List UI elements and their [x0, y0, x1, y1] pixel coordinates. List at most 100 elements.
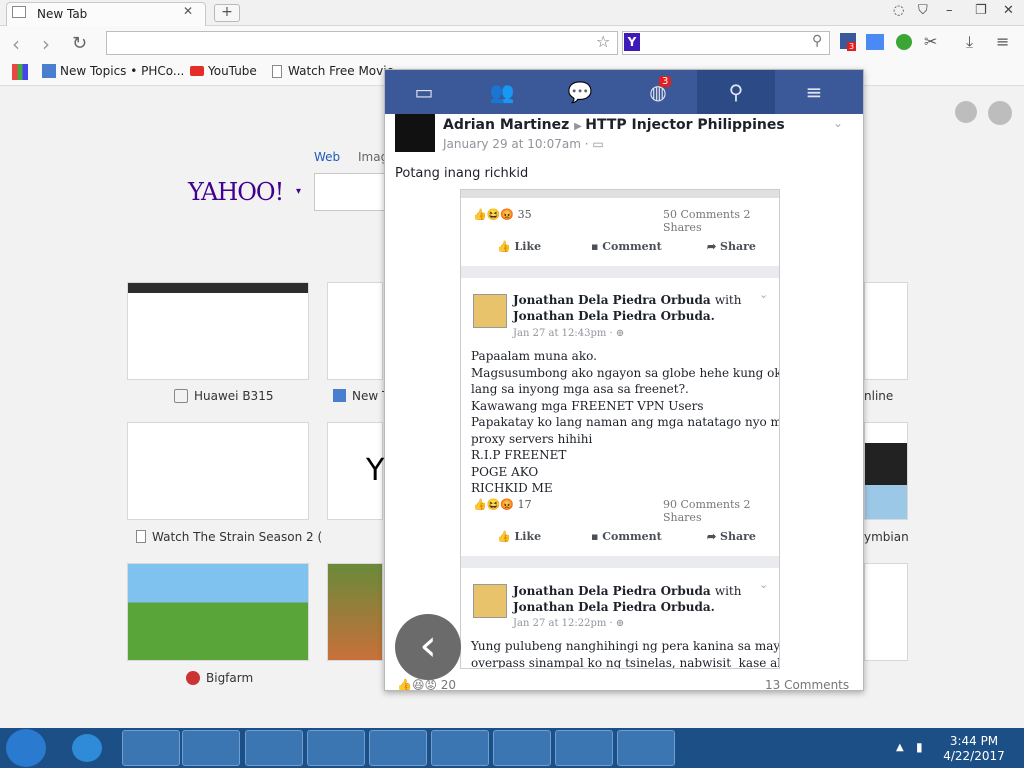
yahoo-icon[interactable]: Y — [624, 33, 640, 51]
explorer-icon[interactable] — [122, 730, 180, 766]
comment-count[interactable]: 13 Comments — [765, 678, 849, 690]
chevron-down-icon[interactable]: ▾ — [296, 186, 301, 197]
translate-icon[interactable] — [866, 34, 884, 50]
tile-yahoo[interactable]: Y — [327, 422, 384, 520]
menu-icon[interactable]: ≡ — [775, 70, 853, 114]
notification-badge: 3 — [659, 76, 672, 87]
download-manager-icon[interactable] — [431, 730, 489, 766]
share-button: ➦ Share — [707, 240, 756, 253]
search-input[interactable] — [314, 173, 394, 211]
back-icon[interactable]: ‹ — [12, 32, 20, 56]
network-icon[interactable]: ▮ — [916, 740, 923, 754]
forward-icon[interactable]: › — [42, 32, 50, 56]
bookmark-item[interactable]: Watch Free Movie — [288, 64, 394, 78]
post-author[interactable]: Adrian Martinez — [443, 117, 569, 133]
chrome-icon[interactable] — [245, 730, 303, 766]
vlc-icon[interactable] — [555, 730, 613, 766]
post-tagged: Jonathan Dela Piedra Orbuda. — [513, 309, 715, 323]
bookmark-item[interactable]: YouTube — [208, 64, 257, 78]
start-button[interactable] — [6, 729, 46, 767]
cube-icon — [42, 64, 56, 78]
settings-icon[interactable] — [307, 730, 365, 766]
shield-icon[interactable] — [896, 34, 912, 50]
like-button: 👍 Like — [497, 240, 542, 253]
facebook-popup: ▭ 👥 💬 ◍ 3 ⚲ ≡ Adrian Martinez ▶ HTTP Inj… — [384, 69, 864, 691]
divider — [461, 190, 779, 198]
page-icon — [12, 6, 26, 18]
tile-bigfarm[interactable] — [127, 563, 309, 661]
search-box[interactable] — [622, 31, 830, 55]
globe-icon[interactable]: ◍ — [619, 70, 697, 114]
search-icon[interactable]: ⚲ — [697, 70, 775, 114]
tile-label: Huawei B315 — [194, 389, 274, 403]
search-tab-web[interactable]: Web — [314, 150, 340, 164]
menu-icon[interactable]: ≡ — [996, 32, 1009, 51]
comment-share-counts: 50 Comments 2 Shares — [663, 208, 751, 234]
chat-icon[interactable]: ◌ — [893, 3, 904, 18]
tab-new-tab[interactable]: New Tab — [6, 2, 206, 26]
bookmark-item[interactable]: New Topics • PHCo... — [60, 64, 184, 78]
post-name: Jonathan Dela Piedra Orbuda — [513, 584, 711, 598]
arrow-icon: ▶ — [574, 121, 586, 132]
post-body: Papaalam muna ako. Magsusumbong ako ngay… — [471, 349, 779, 495]
tile-red[interactable] — [864, 563, 908, 661]
post-name: Jonathan Dela Piedra Orbuda — [513, 293, 711, 307]
avatar[interactable] — [988, 101, 1012, 125]
avatar — [473, 584, 507, 618]
download-icon[interactable]: ⤓ — [966, 32, 973, 52]
tile-symbian[interactable] — [864, 422, 908, 520]
clock[interactable]: 3:44 PM 4/22/2017 — [936, 734, 1012, 764]
friends-icon[interactable]: 👥 — [463, 70, 541, 114]
reactions-icon: 👍😆😡 — [397, 678, 437, 691]
tray-arrow-icon[interactable]: ▲ — [896, 742, 904, 753]
chevron-down-icon[interactable]: ⌄ — [833, 116, 843, 130]
new-tab-button[interactable]: + — [214, 4, 240, 22]
close-icon[interactable]: ✕ — [183, 4, 193, 18]
ie-icon[interactable] — [72, 734, 102, 762]
app-icon[interactable] — [369, 730, 427, 766]
browser-app-icon[interactable] — [617, 730, 675, 766]
tile-huawei[interactable] — [127, 282, 309, 380]
messages-icon[interactable]: 💬 — [541, 70, 619, 114]
post-text: Potang inang richkid — [395, 166, 529, 181]
bigfarm-icon — [186, 671, 200, 685]
post-group[interactable]: HTTP Injector Philippines — [585, 117, 784, 133]
tile-new-topics[interactable] — [327, 282, 383, 380]
minimize-icon[interactable]: – — [946, 3, 953, 18]
tile-game[interactable] — [327, 563, 383, 661]
gear-icon[interactable] — [955, 101, 977, 123]
tile-label: nline — [864, 389, 894, 403]
divider — [461, 556, 779, 568]
youtube-icon — [190, 66, 204, 76]
reaction-count: 20 — [440, 678, 457, 691]
facebook-nav: ▭ 👥 💬 ◍ 3 ⚲ ≡ — [385, 70, 863, 114]
post-time: Jan 27 at 12:22pm — [513, 618, 607, 629]
tile-watch-strain[interactable] — [127, 422, 309, 520]
comment-button: ▪ Comment — [591, 530, 662, 543]
avatar[interactable] — [395, 114, 435, 152]
post-time[interactable]: January 29 at 10:07am — [443, 137, 581, 151]
restore-icon[interactable]: ❐ — [975, 3, 987, 18]
post-time: Jan 27 at 12:43pm — [513, 328, 607, 339]
tile-online[interactable] — [864, 282, 908, 380]
window-close-icon[interactable]: ✕ — [1003, 3, 1014, 18]
shirt-icon[interactable]: ⛉ — [918, 3, 928, 18]
news-feed-icon[interactable]: ▭ — [385, 70, 463, 114]
clock-app-icon[interactable] — [493, 730, 551, 766]
reload-icon[interactable]: ↻ — [72, 33, 87, 54]
reactions-icon: 👍😆😡 — [473, 498, 515, 511]
divider — [461, 266, 779, 278]
post-body: Yung pulubeng nanghihingi ng pera kanina… — [471, 639, 780, 669]
star-icon[interactable]: ☆ — [596, 32, 610, 51]
address-bar[interactable] — [106, 31, 618, 55]
comment-share-counts: 90 Comments 2 Shares — [663, 498, 751, 524]
search-icon[interactable]: ⚲ — [812, 33, 822, 49]
tile-label: ymbian — [864, 530, 909, 544]
tab-title: New Tab — [37, 7, 88, 21]
post-image[interactable]: 👍😆😡 35 50 Comments 2 Shares 👍 Like ▪ Com… — [460, 189, 780, 669]
media-player-icon[interactable] — [182, 730, 240, 766]
back-button[interactable]: ‹ — [395, 614, 461, 680]
apps-icon[interactable] — [12, 64, 28, 80]
chevron-down-icon: ⌄ — [759, 578, 769, 591]
scissors-icon[interactable]: ✂ — [924, 32, 937, 51]
